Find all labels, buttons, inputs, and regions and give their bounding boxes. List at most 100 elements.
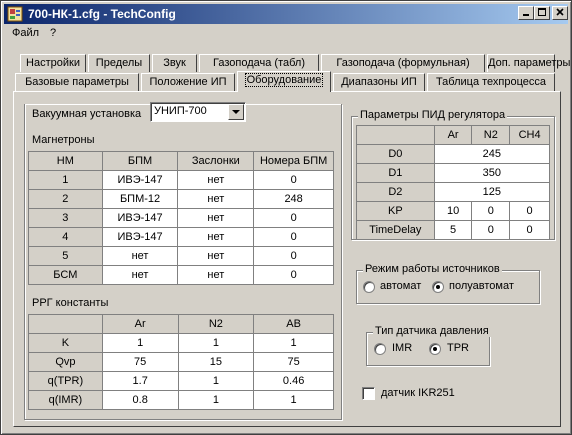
- row-header: K: [28, 333, 103, 353]
- table-cell[interactable]: нет: [177, 189, 255, 209]
- table-row: K 1 1 1: [28, 333, 334, 353]
- tab-equipment[interactable]: Оборудование: [237, 71, 331, 92]
- row-header: KP: [356, 201, 435, 221]
- table-cell[interactable]: нет: [177, 170, 255, 190]
- tab-limits[interactable]: Пределы: [88, 54, 150, 72]
- tab-equipment-label: Оборудование: [244, 73, 324, 87]
- table-cell[interactable]: нет: [101, 246, 179, 266]
- table-cell[interactable]: нет: [101, 265, 179, 285]
- table-cell[interactable]: 0: [471, 201, 511, 221]
- vacuum-select[interactable]: УНИП-700: [150, 102, 246, 122]
- table-cell[interactable]: 1.7: [101, 371, 179, 391]
- column-header: Номера БПМ: [253, 151, 334, 171]
- table-row: q(TPR) 1.7 1 0.46: [28, 371, 334, 391]
- table-cell[interactable]: 1: [253, 390, 334, 410]
- menu-help[interactable]: ?: [50, 27, 56, 39]
- table-row: Qvp 75 15 75: [28, 352, 334, 372]
- maximize-icon: [538, 8, 546, 16]
- radio-tpr[interactable]: [429, 343, 441, 355]
- table-row: q(IMR) 0.8 1 1: [28, 390, 334, 410]
- row-header: D2: [356, 182, 435, 202]
- radio-auto[interactable]: [363, 281, 375, 293]
- table-cell[interactable]: 1: [177, 333, 255, 353]
- tab-extra-params[interactable]: Доп. параметры: [487, 54, 570, 72]
- table-cell[interactable]: 0.8: [101, 390, 179, 410]
- table-cell[interactable]: 248: [253, 189, 334, 209]
- table-cell[interactable]: 0: [253, 208, 334, 228]
- ikr-checkbox-label[interactable]: датчик IKR251: [381, 387, 455, 399]
- column-header: AB: [253, 314, 334, 334]
- table-row: KP 10 0 0: [356, 201, 550, 221]
- table-cell[interactable]: 10: [433, 201, 473, 221]
- table-cell[interactable]: 15: [177, 352, 255, 372]
- table-cell[interactable]: 1: [177, 390, 255, 410]
- radio-semiauto[interactable]: [432, 281, 444, 293]
- table-cell[interactable]: 75: [253, 352, 334, 372]
- close-button[interactable]: [552, 6, 568, 20]
- app-icon: [7, 6, 23, 22]
- table-cell[interactable]: 5: [433, 220, 473, 240]
- tab-gas-table[interactable]: Газоподача (табл): [199, 54, 319, 72]
- table-cell[interactable]: ИВЭ-147: [101, 170, 179, 190]
- table-cell[interactable]: 0: [509, 220, 550, 240]
- ikr-checkbox[interactable]: [362, 387, 375, 400]
- table-cell[interactable]: 245: [433, 144, 551, 164]
- tab-base-params[interactable]: Базовые параметры: [15, 73, 139, 91]
- minimize-icon: [523, 14, 529, 16]
- row-header: БСМ: [28, 265, 103, 285]
- table-cell[interactable]: нет: [177, 265, 255, 285]
- pid-table: Ar N2 CH4 D0 245 D1 350 D2 125 KP 10 0 0: [356, 125, 551, 240]
- menu-file[interactable]: Файл: [12, 27, 39, 39]
- table-cell[interactable]: нет: [177, 208, 255, 228]
- tab-sound[interactable]: Звук: [152, 54, 197, 72]
- table-cell[interactable]: ИВЭ-147: [101, 208, 179, 228]
- minimize-button[interactable]: [518, 6, 534, 20]
- table-cell[interactable]: 0.46: [253, 371, 334, 391]
- row-header: q(TPR): [28, 371, 103, 391]
- menu-bar: Файл ?: [4, 25, 568, 43]
- table-cell[interactable]: 1: [101, 333, 179, 353]
- table-cell[interactable]: 0: [253, 265, 334, 285]
- column-header: БПМ: [101, 151, 179, 171]
- chevron-down-icon[interactable]: [228, 104, 244, 120]
- table-cell[interactable]: 0: [253, 246, 334, 266]
- row-header: 1: [28, 170, 103, 190]
- tab-process-table[interactable]: Таблица техпроцесса: [427, 73, 555, 91]
- table-cell[interactable]: 0: [471, 220, 511, 240]
- radio-imr-label[interactable]: IMR: [392, 342, 412, 354]
- radio-imr[interactable]: [374, 343, 386, 355]
- table-cell[interactable]: нет: [177, 227, 255, 247]
- column-header: НМ: [28, 151, 103, 171]
- window-title: 700-НК-1.cfg - TechConfig: [28, 7, 176, 21]
- tab-gas-formula[interactable]: Газоподача (формульная): [321, 54, 485, 72]
- tab-ip-position[interactable]: Положение ИП: [141, 73, 235, 91]
- table-cell[interactable]: нет: [177, 246, 255, 266]
- table-cell[interactable]: 1: [253, 333, 334, 353]
- vacuum-select-value: УНИП-700: [154, 105, 207, 117]
- radio-auto-label[interactable]: автомат: [380, 280, 421, 292]
- table-cell[interactable]: 75: [101, 352, 179, 372]
- maximize-button[interactable]: [534, 6, 550, 20]
- source-mode-title: Режим работы источников: [363, 263, 502, 275]
- table-cell[interactable]: 125: [433, 182, 551, 202]
- column-header: Ar: [101, 314, 179, 334]
- table-header-row: Ar N2 AB: [28, 314, 334, 334]
- title-bar[interactable]: 700-НК-1.cfg - TechConfig: [4, 4, 568, 24]
- table-cell[interactable]: БПМ-12: [101, 189, 179, 209]
- tab-settings[interactable]: Настройки: [20, 54, 86, 72]
- row-header: 4: [28, 227, 103, 247]
- table-cell[interactable]: 0: [509, 201, 550, 221]
- table-cell[interactable]: 0: [253, 170, 334, 190]
- row-header: 3: [28, 208, 103, 228]
- table-cell[interactable]: 350: [433, 163, 551, 183]
- row-header: 2: [28, 189, 103, 209]
- table-cell[interactable]: 0: [253, 227, 334, 247]
- radio-tpr-label[interactable]: TPR: [447, 342, 469, 354]
- tab-ip-ranges[interactable]: Диапазоны ИП: [333, 73, 425, 91]
- radio-semiauto-label[interactable]: полуавтомат: [449, 280, 514, 292]
- column-header: CH4: [509, 125, 550, 145]
- table-cell[interactable]: 1: [177, 371, 255, 391]
- table-cell[interactable]: ИВЭ-147: [101, 227, 179, 247]
- table-row: 5 нет нет 0: [28, 246, 334, 266]
- table-row: 1 ИВЭ-147 нет 0: [28, 170, 334, 190]
